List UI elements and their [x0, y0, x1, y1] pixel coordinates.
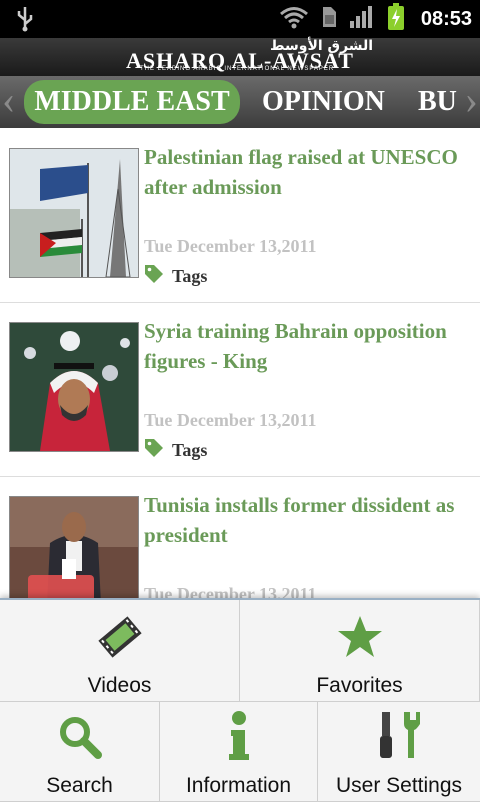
tab-business[interactable]: BU: [418, 80, 457, 124]
menu-label-videos: Videos: [87, 674, 152, 697]
menu-label-favorites: Favorites: [316, 674, 403, 697]
article-headline[interactable]: Syria training Bahrain opposition figure…: [144, 316, 470, 376]
usb-icon: [16, 6, 34, 37]
clock: 08:53: [420, 7, 472, 30]
wifi-icon: [279, 5, 309, 34]
app-header: الشرق الأوسط ASHARQ AL-AWSAT THE LEADING…: [0, 38, 480, 76]
article-item[interactable]: Syria training Bahrain opposition figure…: [0, 302, 480, 477]
menu-label-search: Search: [46, 774, 113, 797]
tag-icon: [144, 264, 164, 289]
tab-opinion[interactable]: OPINION: [262, 80, 385, 124]
film-icon: [97, 614, 143, 665]
article-tags[interactable]: Tags: [144, 264, 207, 289]
menu-item-search[interactable]: Search: [0, 702, 160, 802]
menu-label-information: Information: [185, 774, 292, 797]
tags-label: Tags: [172, 266, 208, 286]
tools-icon: [376, 710, 422, 767]
menu-item-information[interactable]: Information: [160, 702, 318, 802]
search-icon: [57, 714, 103, 765]
info-icon: [224, 710, 254, 767]
article-headline[interactable]: Palestinian flag raised at UNESCO after …: [144, 142, 470, 202]
status-bar: 08:53: [0, 0, 480, 38]
tag-icon: [144, 438, 164, 463]
article-thumbnail: [9, 148, 139, 278]
options-menu: Videos Favorites Search Information User…: [0, 598, 480, 802]
article-tags[interactable]: Tags: [144, 438, 207, 463]
menu-item-favorites[interactable]: Favorites: [240, 600, 480, 702]
star-icon: [337, 614, 383, 665]
menu-item-videos[interactable]: Videos: [0, 600, 240, 702]
menu-label-user-settings: User Settings: [335, 774, 463, 797]
category-tabs: ‹ MIDDLE EAST OPINION BU ›: [0, 76, 480, 128]
chevron-left-icon[interactable]: ‹: [2, 80, 15, 120]
signal-icon: [349, 5, 375, 34]
article-date: Tue December 13,2011: [144, 236, 317, 256]
menu-item-user-settings[interactable]: User Settings: [318, 702, 480, 802]
article-thumbnail: [9, 322, 139, 452]
tab-middle-east[interactable]: MIDDLE EAST: [24, 80, 240, 124]
battery-charging-icon: [387, 2, 405, 36]
tags-label: Tags: [172, 440, 208, 460]
article-headline[interactable]: Tunisia installs former dissident as pre…: [144, 490, 470, 550]
logo-tagline: THE LEADING ARABIC INTERNATIONAL NEWSPAP…: [140, 66, 335, 72]
sim-card-icon: [321, 5, 337, 34]
article-date: Tue December 13,2011: [144, 410, 317, 430]
article-item[interactable]: Palestinian flag raised at UNESCO after …: [0, 128, 480, 303]
chevron-right-icon[interactable]: ›: [465, 80, 478, 120]
